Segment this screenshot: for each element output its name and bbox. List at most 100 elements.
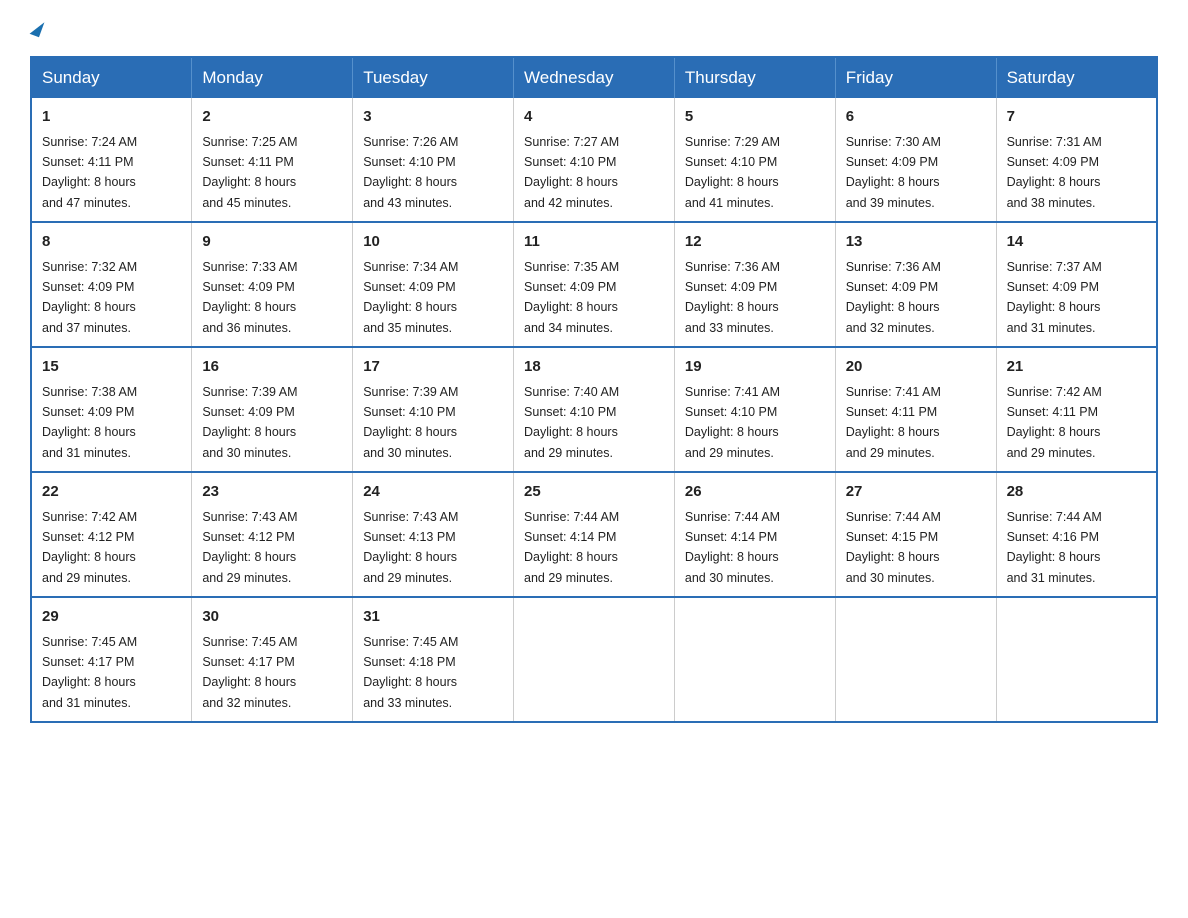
day-info: Sunrise: 7:37 AMSunset: 4:09 PMDaylight:… xyxy=(1007,260,1102,335)
day-info: Sunrise: 7:44 AMSunset: 4:16 PMDaylight:… xyxy=(1007,510,1102,585)
day-number: 3 xyxy=(363,106,503,129)
logo xyxy=(30,20,42,36)
calendar-cell: 14 Sunrise: 7:37 AMSunset: 4:09 PMDaylig… xyxy=(996,222,1157,347)
calendar-cell: 5 Sunrise: 7:29 AMSunset: 4:10 PMDayligh… xyxy=(674,98,835,222)
day-number: 1 xyxy=(42,106,181,129)
day-header-sunday: Sunday xyxy=(31,57,192,98)
calendar-cell: 17 Sunrise: 7:39 AMSunset: 4:10 PMDaylig… xyxy=(353,347,514,472)
day-info: Sunrise: 7:25 AMSunset: 4:11 PMDaylight:… xyxy=(202,135,297,210)
week-row-3: 15 Sunrise: 7:38 AMSunset: 4:09 PMDaylig… xyxy=(31,347,1157,472)
calendar-cell: 1 Sunrise: 7:24 AMSunset: 4:11 PMDayligh… xyxy=(31,98,192,222)
calendar-cell: 2 Sunrise: 7:25 AMSunset: 4:11 PMDayligh… xyxy=(192,98,353,222)
calendar-cell: 11 Sunrise: 7:35 AMSunset: 4:09 PMDaylig… xyxy=(514,222,675,347)
day-number: 31 xyxy=(363,606,503,629)
day-info: Sunrise: 7:36 AMSunset: 4:09 PMDaylight:… xyxy=(685,260,780,335)
calendar-cell: 22 Sunrise: 7:42 AMSunset: 4:12 PMDaylig… xyxy=(31,472,192,597)
day-number: 7 xyxy=(1007,106,1146,129)
day-info: Sunrise: 7:44 AMSunset: 4:15 PMDaylight:… xyxy=(846,510,941,585)
calendar-cell xyxy=(514,597,675,722)
day-info: Sunrise: 7:39 AMSunset: 4:09 PMDaylight:… xyxy=(202,385,297,460)
day-header-friday: Friday xyxy=(835,57,996,98)
day-info: Sunrise: 7:36 AMSunset: 4:09 PMDaylight:… xyxy=(846,260,941,335)
day-number: 12 xyxy=(685,231,825,254)
calendar-cell: 19 Sunrise: 7:41 AMSunset: 4:10 PMDaylig… xyxy=(674,347,835,472)
day-info: Sunrise: 7:41 AMSunset: 4:10 PMDaylight:… xyxy=(685,385,780,460)
day-header-saturday: Saturday xyxy=(996,57,1157,98)
calendar-cell: 20 Sunrise: 7:41 AMSunset: 4:11 PMDaylig… xyxy=(835,347,996,472)
day-number: 15 xyxy=(42,356,181,379)
day-number: 5 xyxy=(685,106,825,129)
day-number: 24 xyxy=(363,481,503,504)
calendar-cell: 15 Sunrise: 7:38 AMSunset: 4:09 PMDaylig… xyxy=(31,347,192,472)
calendar-cell: 26 Sunrise: 7:44 AMSunset: 4:14 PMDaylig… xyxy=(674,472,835,597)
day-number: 20 xyxy=(846,356,986,379)
day-number: 25 xyxy=(524,481,664,504)
calendar-cell: 8 Sunrise: 7:32 AMSunset: 4:09 PMDayligh… xyxy=(31,222,192,347)
calendar-cell: 4 Sunrise: 7:27 AMSunset: 4:10 PMDayligh… xyxy=(514,98,675,222)
calendar-cell: 29 Sunrise: 7:45 AMSunset: 4:17 PMDaylig… xyxy=(31,597,192,722)
day-number: 19 xyxy=(685,356,825,379)
week-row-2: 8 Sunrise: 7:32 AMSunset: 4:09 PMDayligh… xyxy=(31,222,1157,347)
calendar-cell: 28 Sunrise: 7:44 AMSunset: 4:16 PMDaylig… xyxy=(996,472,1157,597)
day-info: Sunrise: 7:45 AMSunset: 4:17 PMDaylight:… xyxy=(42,635,137,710)
day-info: Sunrise: 7:44 AMSunset: 4:14 PMDaylight:… xyxy=(685,510,780,585)
calendar-cell: 30 Sunrise: 7:45 AMSunset: 4:17 PMDaylig… xyxy=(192,597,353,722)
calendar-cell xyxy=(835,597,996,722)
day-info: Sunrise: 7:35 AMSunset: 4:09 PMDaylight:… xyxy=(524,260,619,335)
day-number: 30 xyxy=(202,606,342,629)
day-info: Sunrise: 7:38 AMSunset: 4:09 PMDaylight:… xyxy=(42,385,137,460)
day-header-tuesday: Tuesday xyxy=(353,57,514,98)
day-number: 2 xyxy=(202,106,342,129)
day-info: Sunrise: 7:33 AMSunset: 4:09 PMDaylight:… xyxy=(202,260,297,335)
day-info: Sunrise: 7:40 AMSunset: 4:10 PMDaylight:… xyxy=(524,385,619,460)
calendar-cell: 24 Sunrise: 7:43 AMSunset: 4:13 PMDaylig… xyxy=(353,472,514,597)
day-info: Sunrise: 7:43 AMSunset: 4:12 PMDaylight:… xyxy=(202,510,297,585)
header xyxy=(30,20,1158,36)
day-info: Sunrise: 7:42 AMSunset: 4:12 PMDaylight:… xyxy=(42,510,137,585)
day-number: 17 xyxy=(363,356,503,379)
day-number: 13 xyxy=(846,231,986,254)
calendar-cell: 16 Sunrise: 7:39 AMSunset: 4:09 PMDaylig… xyxy=(192,347,353,472)
calendar-cell: 18 Sunrise: 7:40 AMSunset: 4:10 PMDaylig… xyxy=(514,347,675,472)
day-info: Sunrise: 7:39 AMSunset: 4:10 PMDaylight:… xyxy=(363,385,458,460)
day-info: Sunrise: 7:29 AMSunset: 4:10 PMDaylight:… xyxy=(685,135,780,210)
day-info: Sunrise: 7:45 AMSunset: 4:18 PMDaylight:… xyxy=(363,635,458,710)
calendar-cell: 31 Sunrise: 7:45 AMSunset: 4:18 PMDaylig… xyxy=(353,597,514,722)
calendar-cell: 25 Sunrise: 7:44 AMSunset: 4:14 PMDaylig… xyxy=(514,472,675,597)
day-number: 23 xyxy=(202,481,342,504)
logo-triangle-icon xyxy=(30,19,45,37)
day-number: 26 xyxy=(685,481,825,504)
day-info: Sunrise: 7:32 AMSunset: 4:09 PMDaylight:… xyxy=(42,260,137,335)
day-number: 21 xyxy=(1007,356,1146,379)
day-number: 8 xyxy=(42,231,181,254)
calendar-cell: 12 Sunrise: 7:36 AMSunset: 4:09 PMDaylig… xyxy=(674,222,835,347)
day-number: 9 xyxy=(202,231,342,254)
day-number: 22 xyxy=(42,481,181,504)
calendar-cell: 27 Sunrise: 7:44 AMSunset: 4:15 PMDaylig… xyxy=(835,472,996,597)
calendar-cell: 10 Sunrise: 7:34 AMSunset: 4:09 PMDaylig… xyxy=(353,222,514,347)
day-number: 29 xyxy=(42,606,181,629)
day-info: Sunrise: 7:41 AMSunset: 4:11 PMDaylight:… xyxy=(846,385,941,460)
day-info: Sunrise: 7:30 AMSunset: 4:09 PMDaylight:… xyxy=(846,135,941,210)
day-number: 11 xyxy=(524,231,664,254)
day-number: 10 xyxy=(363,231,503,254)
calendar-cell: 3 Sunrise: 7:26 AMSunset: 4:10 PMDayligh… xyxy=(353,98,514,222)
day-number: 27 xyxy=(846,481,986,504)
day-info: Sunrise: 7:26 AMSunset: 4:10 PMDaylight:… xyxy=(363,135,458,210)
day-info: Sunrise: 7:43 AMSunset: 4:13 PMDaylight:… xyxy=(363,510,458,585)
day-number: 4 xyxy=(524,106,664,129)
week-row-5: 29 Sunrise: 7:45 AMSunset: 4:17 PMDaylig… xyxy=(31,597,1157,722)
day-number: 6 xyxy=(846,106,986,129)
day-number: 16 xyxy=(202,356,342,379)
week-row-1: 1 Sunrise: 7:24 AMSunset: 4:11 PMDayligh… xyxy=(31,98,1157,222)
week-row-4: 22 Sunrise: 7:42 AMSunset: 4:12 PMDaylig… xyxy=(31,472,1157,597)
day-info: Sunrise: 7:31 AMSunset: 4:09 PMDaylight:… xyxy=(1007,135,1102,210)
calendar-cell: 21 Sunrise: 7:42 AMSunset: 4:11 PMDaylig… xyxy=(996,347,1157,472)
day-number: 28 xyxy=(1007,481,1146,504)
day-number: 14 xyxy=(1007,231,1146,254)
calendar-cell: 7 Sunrise: 7:31 AMSunset: 4:09 PMDayligh… xyxy=(996,98,1157,222)
calendar-cell xyxy=(996,597,1157,722)
day-headers-row: SundayMondayTuesdayWednesdayThursdayFrid… xyxy=(31,57,1157,98)
calendar-cell: 9 Sunrise: 7:33 AMSunset: 4:09 PMDayligh… xyxy=(192,222,353,347)
day-header-monday: Monday xyxy=(192,57,353,98)
